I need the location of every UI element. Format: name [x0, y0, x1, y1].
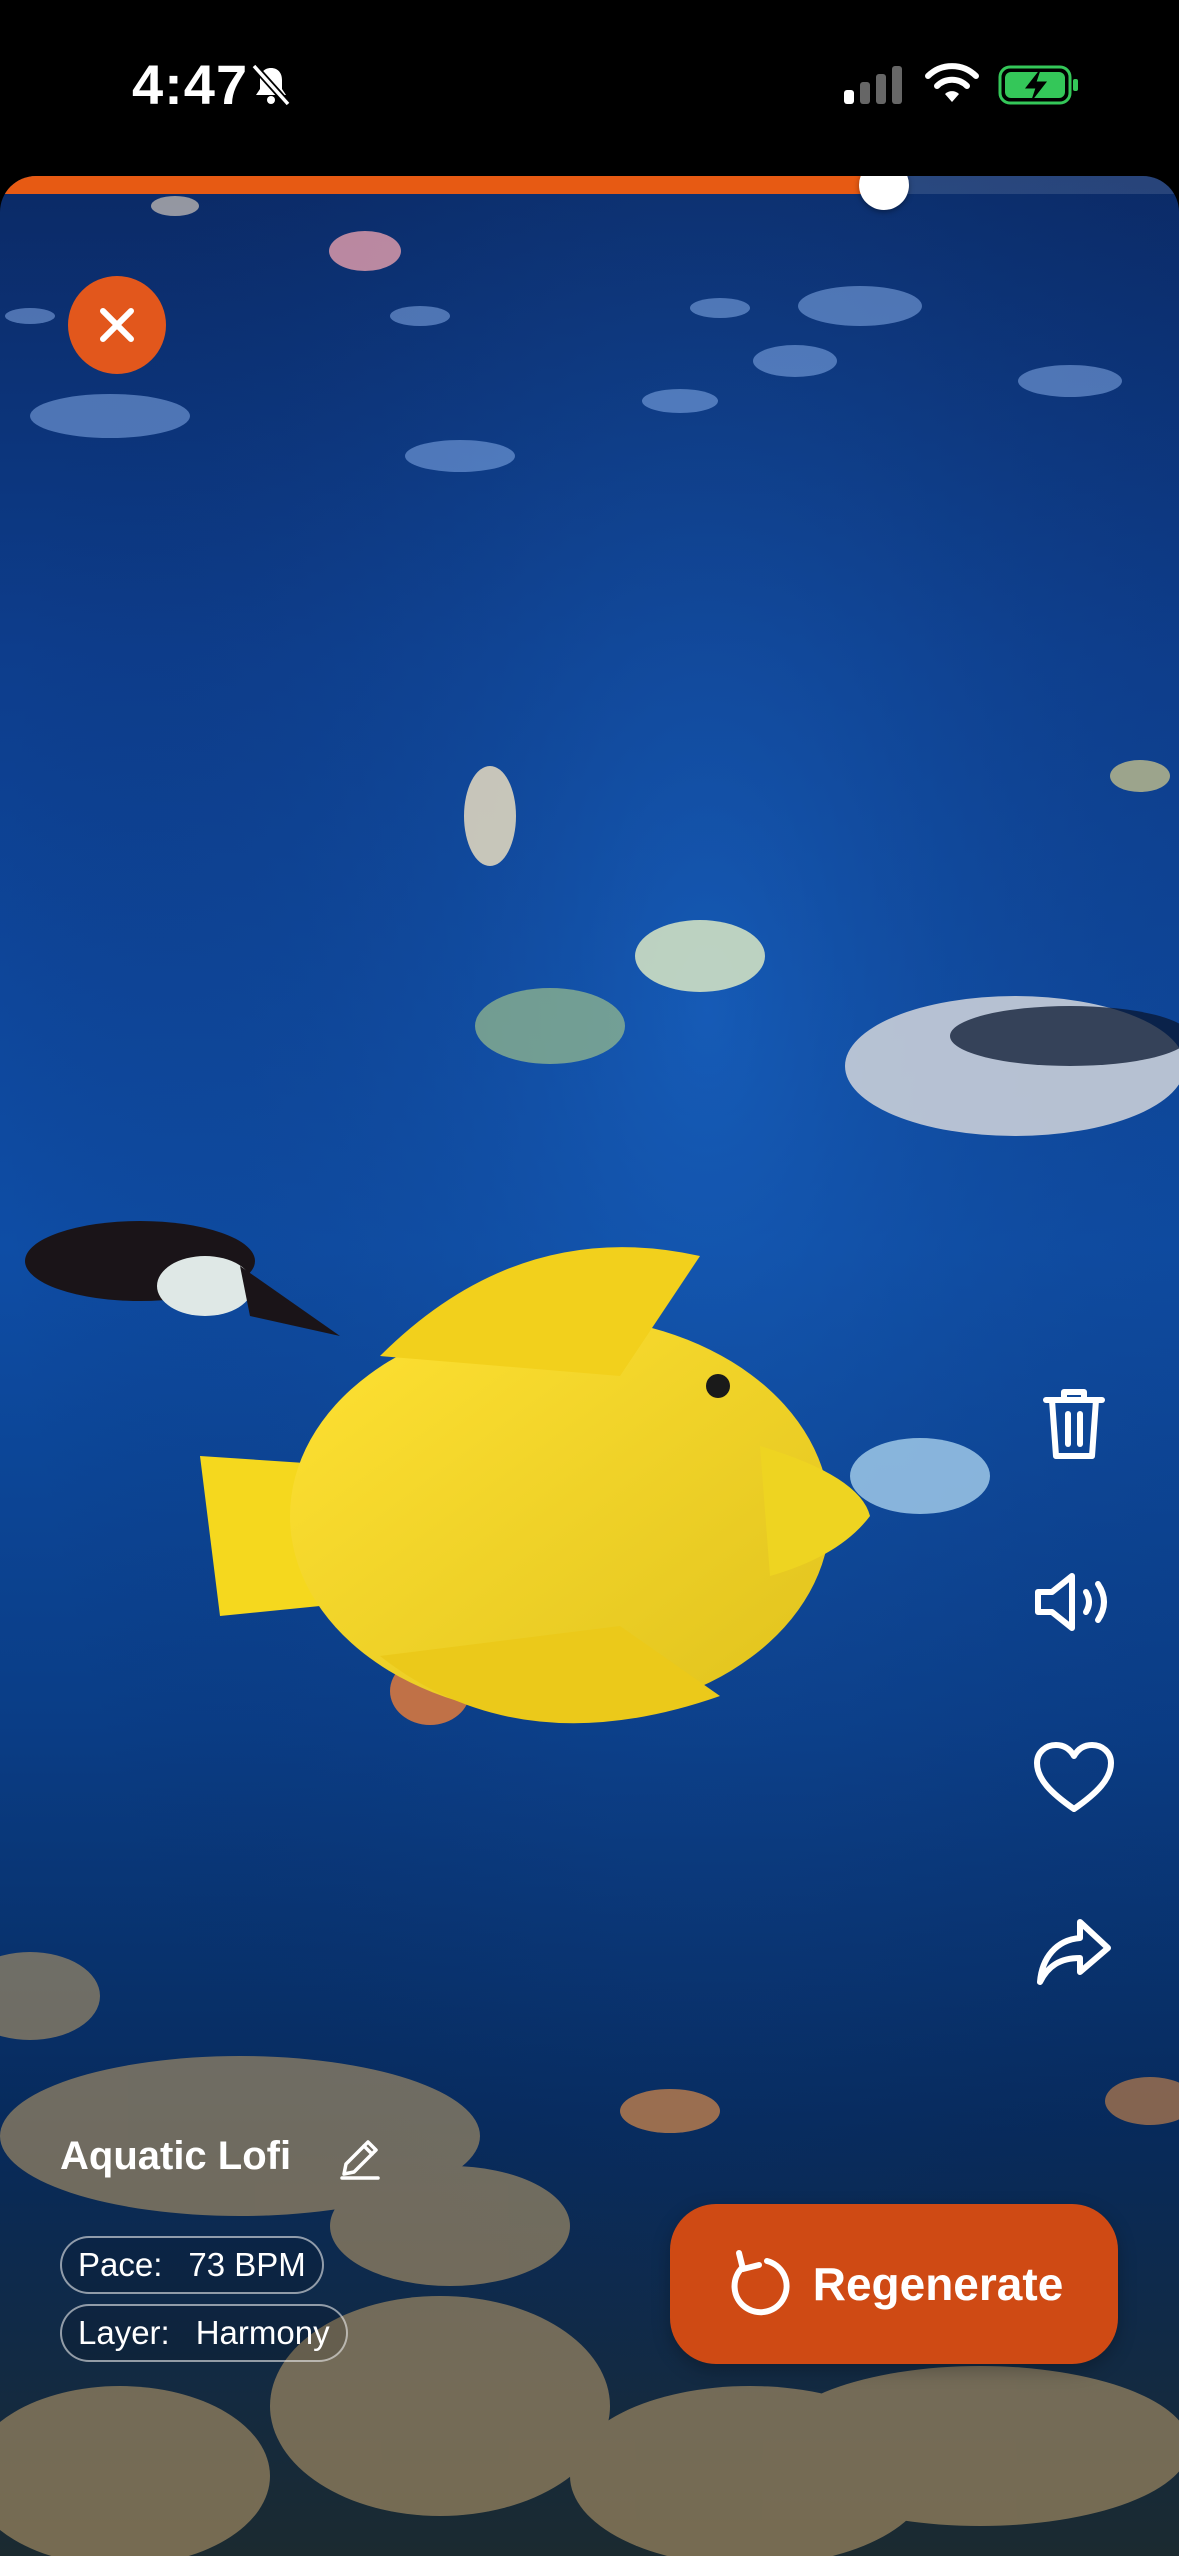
chip-value: Harmony — [195, 2314, 330, 2351]
regenerate-button[interactable]: Regenerate — [670, 2204, 1118, 2364]
track-title: Aquatic Lofi — [60, 2134, 292, 2178]
status-bar: 4:47 — [0, 0, 1179, 176]
cellular-icon — [844, 66, 902, 104]
volume-button[interactable] — [1028, 1556, 1120, 1648]
share-button[interactable] — [1028, 1906, 1120, 1998]
heart-icon — [1034, 1742, 1114, 1812]
playback-progress-bar[interactable] — [0, 176, 1179, 210]
regenerate-label: Regenerate — [812, 2258, 1064, 2310]
like-button[interactable] — [1028, 1732, 1120, 1824]
video-player[interactable]: Aquatic Lofi Pace: 73 BPM Layer: Harmony… — [0, 176, 1179, 2556]
trash-icon — [1043, 1389, 1105, 1459]
regenerate-icon — [731, 2250, 790, 2316]
layer-chip: Layer: Harmony — [60, 2304, 348, 2362]
aquarium-video-frame — [0, 176, 1179, 2556]
share-icon — [1037, 1919, 1111, 1985]
pace-chip: Pace: 73 BPM — [60, 2236, 324, 2294]
chip-key: Layer: — [78, 2314, 170, 2351]
close-button[interactable] — [68, 276, 166, 374]
chip-key: Pace: — [78, 2246, 163, 2283]
close-icon — [100, 308, 134, 342]
playback-progress-fill — [0, 176, 885, 194]
delete-button[interactable] — [1028, 1378, 1120, 1470]
battery-charging-icon — [998, 65, 1078, 105]
volume-icon — [1035, 1573, 1107, 1631]
bell-slash-icon — [251, 63, 291, 107]
edit-title-icon[interactable] — [336, 2134, 384, 2182]
status-time: 4:47 — [132, 53, 249, 116]
chip-value: 73 BPM — [188, 2246, 306, 2283]
wifi-icon — [925, 63, 979, 102]
